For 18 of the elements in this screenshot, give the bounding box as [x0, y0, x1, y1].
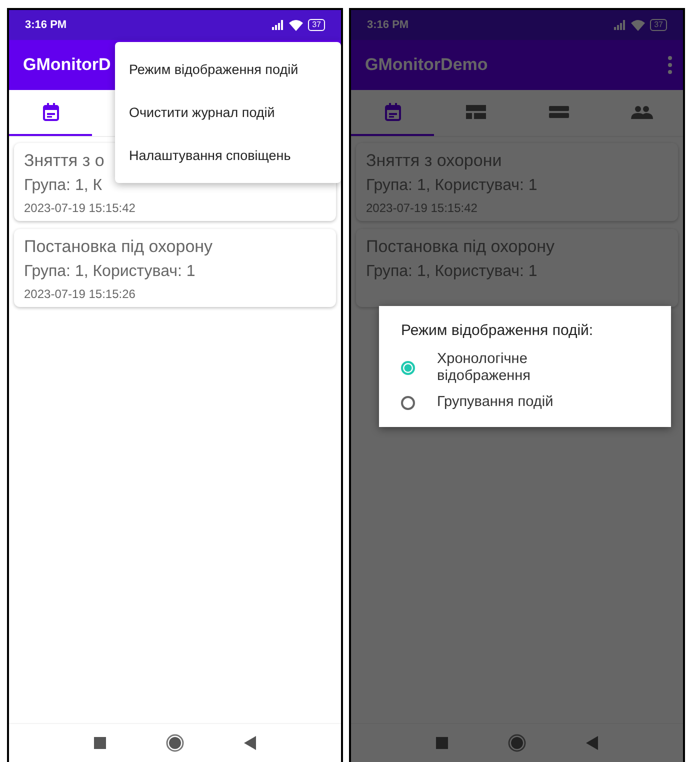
app-title: GMonitorD: [23, 55, 111, 75]
dialog-title: Режим відображення подій:: [401, 322, 594, 339]
event-details: Група: 1, Користувач: 1: [24, 263, 196, 281]
event-details: Група: 1, К: [24, 177, 102, 195]
battery-level: 37: [308, 19, 325, 31]
event-details: Група: 1, Користувач: 1: [366, 263, 538, 281]
battery-level: 37: [650, 19, 667, 31]
event-title: Постановка під охорону: [366, 237, 555, 257]
event-time: 2023-07-19 15:15:26: [24, 287, 136, 301]
status-time: 3:16 PM: [367, 19, 409, 31]
app-title: GMonitorDemo: [365, 55, 488, 75]
event-time: 2023-07-19 15:15:42: [24, 201, 136, 215]
event-title: Зняття з о: [24, 151, 104, 171]
event-time: 2023-07-19 15:15:42: [366, 201, 478, 215]
event-title: Постановка під охорону: [24, 237, 213, 257]
event-details: Група: 1, Користувач: 1: [366, 177, 538, 195]
status-time: 3:16 PM: [25, 19, 67, 31]
event-title: Зняття з охорони: [366, 151, 502, 171]
